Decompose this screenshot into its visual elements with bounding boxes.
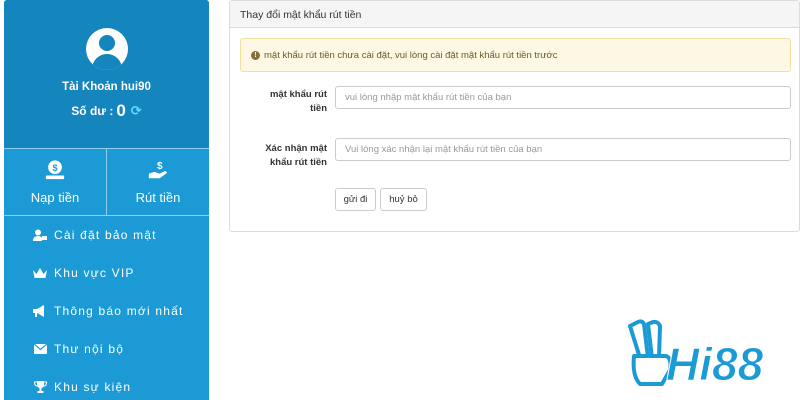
envelope-icon <box>33 342 47 356</box>
submit-button[interactable]: gửi đi <box>335 188 376 211</box>
account-name: Tài Khoản hui90 <box>62 81 151 93</box>
deposit-button[interactable]: $ Nạp tiền <box>4 149 106 215</box>
withdraw-label: Rút tiền <box>135 190 181 205</box>
hi88-logo: Hi88 <box>622 318 782 391</box>
user-lock-icon <box>33 228 47 242</box>
deposit-icon: $ <box>45 160 65 180</box>
sidebar: Tài Khoản hui90 Số dư : 0 ⟳ $ Nạp tiền $… <box>4 0 209 400</box>
quick-actions: $ Nạp tiền $ Rút tiền <box>4 148 209 216</box>
balance-value: 0 <box>116 101 126 120</box>
balance-row: Số dư : 0 ⟳ <box>4 101 209 121</box>
sidebar-item-inbox[interactable]: Thư nội bộ <box>4 330 209 368</box>
warning-alert: ! mật khẩu rút tiền chưa cài đặt, vui lò… <box>240 38 791 72</box>
confirm-password-label: Xác nhận mật khẩu rút tiền <box>265 143 327 168</box>
sidebar-item-label: Khu vực VIP <box>54 266 135 280</box>
sidebar-item-label: Khu sự kiện <box>54 380 132 394</box>
svg-text:$: $ <box>52 163 57 173</box>
trophy-icon <box>33 380 47 394</box>
deposit-label: Nạp tiền <box>30 190 80 205</box>
alert-text: mật khẩu rút tiền chưa cài đặt, vui lòng… <box>264 49 558 61</box>
exclamation-icon: ! <box>251 50 260 60</box>
withdraw-button[interactable]: $ Rút tiền <box>106 149 209 215</box>
balance-label: Số dư : <box>71 104 114 118</box>
sidebar-item-label: Thông báo mới nhất <box>54 304 184 318</box>
refresh-icon[interactable]: ⟳ <box>131 103 142 119</box>
withdraw-password-panel: Thay đổi mật khẩu rút tiền ! mật khẩu rú… <box>229 0 800 232</box>
profile-card: Tài Khoản hui90 Số dư : 0 ⟳ <box>4 0 209 148</box>
victory-hand-icon: Hi88 <box>628 319 764 391</box>
megaphone-icon <box>33 304 47 318</box>
logo-text: Hi88 <box>666 338 764 388</box>
sidebar-item-notifications[interactable]: Thông báo mới nhất <box>4 292 209 330</box>
confirm-password-input[interactable] <box>335 138 791 161</box>
sidebar-menu: Cài đặt bảo mật Khu vực VIP Thông báo mớ… <box>4 216 209 400</box>
cancel-button[interactable]: huỷ bỏ <box>380 188 427 211</box>
withdraw-icon: $ <box>148 161 168 179</box>
password-input[interactable] <box>335 86 791 109</box>
sidebar-item-events[interactable]: Khu sự kiện <box>4 368 209 400</box>
avatar <box>85 28 128 70</box>
sidebar-item-label: Thư nội bộ <box>54 342 125 356</box>
sidebar-item-security[interactable]: Cài đặt bảo mật <box>4 216 209 254</box>
sidebar-item-label: Cài đặt bảo mật <box>54 228 157 242</box>
svg-text:$: $ <box>157 161 163 172</box>
crown-icon <box>33 266 47 280</box>
sidebar-item-vip[interactable]: Khu vực VIP <box>4 254 209 292</box>
password-label: mật khẩu rút tiền <box>269 89 327 114</box>
panel-title: Thay đổi mật khẩu rút tiền <box>230 1 799 28</box>
